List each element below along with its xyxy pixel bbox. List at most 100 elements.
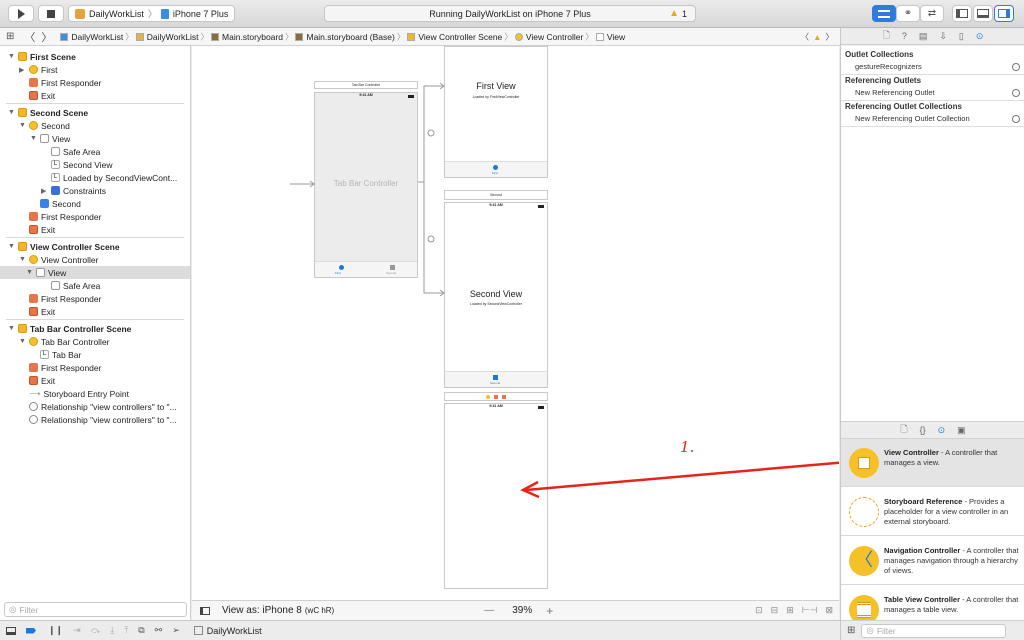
disclosure-triangle-icon[interactable]: ▼ [30,135,40,142]
step-into-icon[interactable]: ⤓ [110,625,114,636]
toggle-navigator-button[interactable] [952,5,972,22]
resolve-icon[interactable]: ⊠ [825,605,833,616]
scheme-selector[interactable]: DailyWorkList 〉 iPhone 7 Plus [68,5,236,22]
device-name[interactable]: iPhone 7 Plus [173,9,229,19]
outline-item[interactable]: ▼ Second [4,119,70,132]
object-library-icon[interactable]: ⊙ [938,425,946,436]
align-icon[interactable]: ⊞ [786,605,794,616]
outline-item[interactable]: Safe Area [4,279,100,292]
outline-item[interactable]: ▼ Tab Bar Controller [4,335,110,348]
run-button[interactable] [8,5,34,22]
zoom-in-button[interactable]: + [546,604,553,618]
outline-item[interactable]: Relationship "view controllers" to "... [4,413,177,426]
help-inspector-icon[interactable]: ? [902,31,907,41]
outline-item[interactable]: Relationship "view controllers" to "... [4,400,177,413]
pin-icon[interactable]: ⊢⊣ [802,605,818,616]
storyboard-canvas[interactable]: Tab Bar Controller 9:41 AM Tab Bar Contr… [192,46,839,600]
media-library-icon[interactable]: ▣ [957,425,966,436]
toggle-inspector-button[interactable] [994,5,1014,22]
library-item[interactable]: Storyboard Reference - Provides a placeh… [841,488,1024,536]
disclosure-triangle-icon[interactable]: ▼ [8,243,18,250]
version-editor-button[interactable]: ⇄ [920,5,944,22]
attributes-inspector-icon[interactable]: ⇩ [939,31,947,42]
library-item[interactable]: View Controller - A controller that mana… [841,439,1024,487]
outline-item[interactable]: ▼ View Controller [4,253,98,266]
step-out-icon[interactable]: ⤒ [124,625,128,636]
disclosure-triangle-icon[interactable]: ▶ [41,187,51,195]
outline-item[interactable]: Safe Area [4,145,100,158]
disclosure-triangle-icon[interactable]: ▼ [8,325,18,332]
connection-circle-icon[interactable] [1012,63,1020,71]
size-inspector-icon[interactable]: ▯ [959,31,964,42]
view-as-label[interactable]: View as: iPhone 8 [222,605,302,616]
location-icon[interactable]: ➢ [172,625,180,636]
stop-button[interactable] [38,5,64,22]
breadcrumb-item[interactable]: View [607,32,625,42]
standard-editor-button[interactable] [872,5,896,22]
disclosure-triangle-icon[interactable]: ▼ [19,338,29,345]
disclosure-triangle-icon[interactable]: ▼ [19,122,29,129]
outline-filter[interactable]: ◎ Filter [4,602,187,617]
zoom-out-button[interactable]: — [484,605,494,616]
identity-inspector-icon[interactable]: ▤ [919,31,928,42]
toggle-debug-button[interactable] [973,5,993,22]
file-template-icon[interactable]: 🗋 [900,422,907,438]
debug-target[interactable]: DailyWorkList [207,626,262,636]
disclosure-triangle-icon[interactable]: ▶ [19,66,29,74]
disclosure-triangle-icon[interactable]: ▼ [26,269,36,276]
assistant-editor-button[interactable]: ⚭ [896,5,920,22]
breadcrumb-item[interactable]: View Controller Scene [418,32,502,42]
outline-scene[interactable]: ▼ Tab Bar Controller Scene [4,322,131,335]
continue-icon[interactable]: ⇥ [73,625,81,636]
code-snippet-icon[interactable]: {} [920,425,926,435]
breadcrumb-item[interactable]: View Controller [526,32,583,42]
breadcrumb-item[interactable]: DailyWorkList [71,32,123,42]
outline-item[interactable]: Exit [4,305,55,318]
update-frames-icon[interactable]: ⊟ [771,605,779,616]
disclosure-triangle-icon[interactable]: ▼ [19,256,29,263]
connections-inspector-icon[interactable]: ⊙ [976,31,984,42]
hide-debug-icon[interactable] [6,626,16,635]
outline-item[interactable]: ⟶ Storyboard Entry Point [4,387,129,400]
embed-icon[interactable]: ⊡ [755,605,763,616]
view-debugger-icon[interactable]: ⧉ [138,625,144,636]
outline-item[interactable]: L Tab Bar [4,348,81,361]
issue-nav[interactable]: 〈 ▲ 〉 [801,31,834,43]
outline-item[interactable]: ▶ First [4,63,58,76]
breadcrumb-item[interactable]: Main.storyboard [222,32,283,42]
grid-icon[interactable]: ⊞ [6,31,14,42]
outline-scene[interactable]: ▼ Second Scene [4,106,88,119]
pause-icon[interactable]: ❙❙ [48,625,63,636]
outline-item[interactable]: L Second View [4,158,112,171]
outline-item[interactable]: ▶ Constraints [4,184,106,197]
back-button[interactable]: 〈 [24,29,35,45]
outline-scene[interactable]: ▼ View Controller Scene [4,240,120,253]
outline-item[interactable]: First Responder [4,292,101,305]
outline-item[interactable]: Exit [4,374,55,387]
library-item[interactable]: 〈 Navigation Controller - A controller th… [841,537,1024,585]
outline-item[interactable]: First Responder [4,210,101,223]
outline-item[interactable]: First Responder [4,76,101,89]
outline-item[interactable]: Exit [4,223,55,236]
step-over-icon[interactable]: ⤼ [91,625,101,636]
outline-item[interactable]: Exit [4,89,55,102]
chevron-right-icon[interactable]: 〉 [825,31,834,43]
outline-item[interactable]: L Loaded by SecondViewCont... [4,171,177,184]
library-filter[interactable]: ◎ Filter [861,623,1007,638]
outline-toggle-icon[interactable] [200,606,210,615]
connection-circle-icon[interactable] [1012,89,1020,97]
outline-item[interactable]: ▼ View [0,266,190,279]
outline-item[interactable]: First Responder [4,361,101,374]
outline-item[interactable]: ▼ View [4,132,70,145]
breadcrumb-item[interactable]: Main.storyboard (Base) [306,32,394,42]
chevron-left-icon[interactable]: 〈 [801,31,810,43]
outline-item[interactable]: Second [4,197,81,210]
disclosure-triangle-icon[interactable]: ▼ [8,109,18,116]
memory-graph-icon[interactable]: ⚯ [155,625,163,636]
warning-badge[interactable]: ▲ 1 [669,8,687,19]
breadcrumb-item[interactable]: DailyWorkList [147,32,199,42]
file-inspector-icon[interactable]: 🗋 [883,28,890,44]
connection-circle-icon[interactable] [1012,115,1020,123]
outline-scene[interactable]: ▼ First Scene [4,50,76,63]
library-item[interactable]: Table View Controller - A controller tha… [841,586,1024,620]
